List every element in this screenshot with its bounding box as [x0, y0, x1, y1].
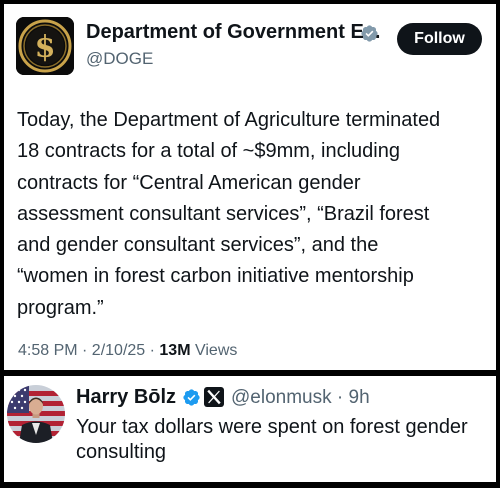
reply-author-name[interactable]: Harry Bōlz — [76, 386, 176, 409]
reply-post-card: Harry Bōlz @elonmusk · 9h Your tax dolla… — [4, 376, 496, 482]
post-meta: 4:58 PM · 2/10/25 · 13M Views — [18, 342, 237, 360]
reply-time: 9h — [348, 387, 370, 408]
svg-text:$: $ — [35, 30, 56, 65]
main-post-card: $ Department of Government E... @DOGE Fo… — [4, 4, 496, 370]
follow-button[interactable]: Follow — [397, 23, 482, 55]
blue-verified-badge-icon — [183, 389, 200, 406]
author-handle[interactable]: @DOGE — [86, 49, 153, 69]
dollar-coin-icon: $ — [16, 17, 74, 75]
views-count: 13M — [159, 342, 191, 359]
x-logo-icon — [204, 387, 224, 407]
reply-text: Your tax dollars were spent on forest ge… — [76, 416, 468, 463]
author-display-name[interactable]: Department of Government E... — [86, 21, 381, 44]
verified-badge-icon — [361, 25, 378, 42]
doge-avatar[interactable]: $ — [16, 17, 74, 75]
reply-author-handle[interactable]: @elonmusk · 9h — [231, 387, 370, 409]
profile-photo-icon — [7, 385, 65, 443]
reply-avatar[interactable] — [7, 385, 65, 443]
post-timestamp[interactable]: 4:58 PM · 2/10/25 · — [18, 342, 159, 359]
post-text: Today, the Department of Agriculture ter… — [17, 109, 441, 319]
views-label: Views — [194, 342, 238, 359]
